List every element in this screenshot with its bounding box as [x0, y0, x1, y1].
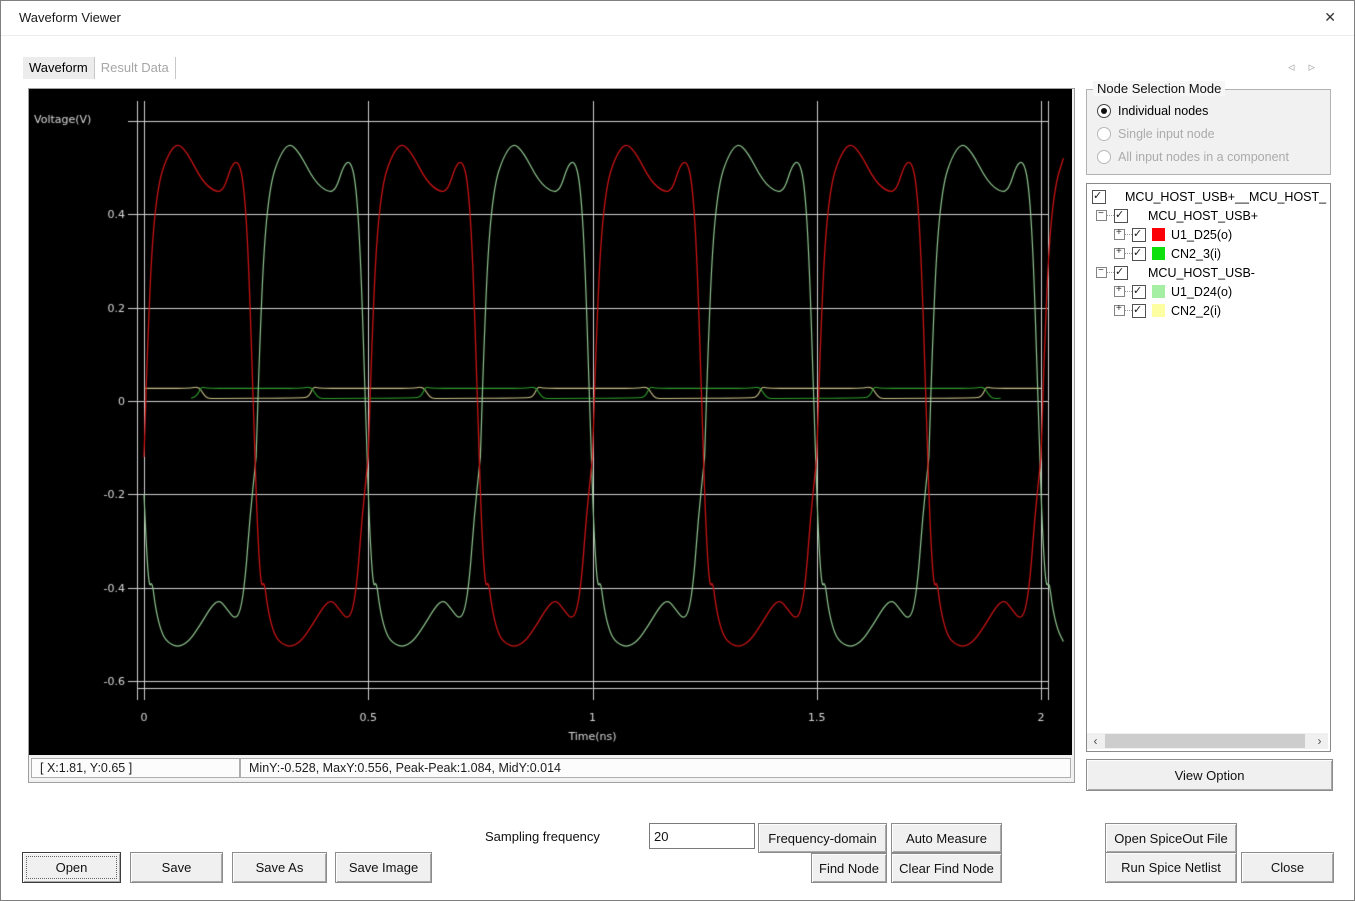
- tree-signal-row[interactable]: CN2_3(i): [1087, 244, 1330, 263]
- chart-panel: [ X:1.81, Y:0.65 ] MinY:-0.528, MaxY:0.5…: [28, 88, 1075, 783]
- node-selection-legend: Node Selection Mode: [1093, 81, 1226, 96]
- save-button[interactable]: Save: [130, 852, 223, 883]
- expand-icon[interactable]: [1114, 284, 1125, 297]
- clear-find-node-button[interactable]: Clear Find Node: [891, 853, 1002, 883]
- tree-signal-row[interactable]: U1_D25(o): [1087, 225, 1330, 244]
- node-tree: MCU_HOST_USB+__MCU_HOST_ MCU_HOST_USB+ U…: [1086, 183, 1331, 752]
- measurement-readout: MinY:-0.528, MaxY:0.556, Peak-Peak:1.084…: [240, 758, 1071, 778]
- open-button[interactable]: Open: [22, 852, 121, 883]
- node-selection-groupbox: Node Selection Mode Individual nodes Sin…: [1086, 81, 1331, 175]
- tree-signal-label[interactable]: CN2_2(i): [1171, 304, 1221, 318]
- tree-group-row[interactable]: MCU_HOST_USB+: [1087, 206, 1330, 225]
- expand-icon[interactable]: [1114, 227, 1125, 240]
- radio-selected-icon[interactable]: [1097, 104, 1111, 118]
- checkbox-checked-icon[interactable]: [1132, 284, 1146, 299]
- radio-all-input-nodes: All input nodes in a component: [1097, 149, 1289, 165]
- tab-waveform[interactable]: Waveform: [23, 57, 95, 79]
- tree-root-row[interactable]: MCU_HOST_USB+__MCU_HOST_: [1087, 187, 1330, 206]
- tree-signal-row[interactable]: CN2_2(i): [1087, 301, 1330, 320]
- radio-disabled-icon: [1097, 127, 1111, 141]
- tree-group-row[interactable]: MCU_HOST_USB-: [1087, 263, 1330, 282]
- open-spiceout-file-button[interactable]: Open SpiceOut File: [1105, 823, 1237, 853]
- chart-status-row: [ X:1.81, Y:0.65 ] MinY:-0.528, MaxY:0.5…: [29, 757, 1072, 780]
- radio-label: Single input node: [1118, 127, 1215, 141]
- radio-disabled-icon: [1097, 150, 1111, 164]
- view-option-button[interactable]: View Option: [1086, 759, 1333, 791]
- sampling-frequency-label: Sampling frequency: [485, 829, 600, 844]
- tree-signal-label[interactable]: U1_D25(o): [1171, 228, 1232, 242]
- close-button[interactable]: Close: [1241, 852, 1334, 883]
- close-icon[interactable]: ✕: [1320, 9, 1340, 26]
- cursor-position-readout: [ X:1.81, Y:0.65 ]: [31, 758, 240, 778]
- window-title: Waveform Viewer: [19, 10, 121, 25]
- checkbox-checked-icon[interactable]: [1114, 208, 1128, 223]
- tab-scroll-arrows[interactable]: ◃▹: [1288, 59, 1329, 75]
- scrollbar-thumb[interactable]: [1105, 734, 1305, 748]
- collapse-icon[interactable]: [1096, 265, 1107, 278]
- tab-prev-icon[interactable]: ◃: [1288, 59, 1309, 74]
- sampling-frequency-input[interactable]: [649, 823, 755, 849]
- tree-signal-row[interactable]: U1_D24(o): [1087, 282, 1330, 301]
- signal-color-swatch: [1152, 304, 1165, 317]
- find-node-button[interactable]: Find Node: [811, 853, 887, 883]
- frequency-domain-button[interactable]: Frequency-domain: [758, 823, 887, 853]
- tab-next-icon[interactable]: ▹: [1308, 59, 1329, 74]
- checkbox-checked-icon[interactable]: [1114, 265, 1128, 280]
- signal-color-swatch: [1152, 247, 1165, 260]
- collapse-icon[interactable]: [1096, 208, 1107, 221]
- tree-signal-label[interactable]: U1_D24(o): [1171, 285, 1232, 299]
- expand-icon[interactable]: [1114, 246, 1125, 259]
- save-as-button[interactable]: Save As: [232, 852, 327, 883]
- radio-label: All input nodes in a component: [1118, 150, 1289, 164]
- run-spice-netlist-button[interactable]: Run Spice Netlist: [1105, 852, 1237, 883]
- tree-horizontal-scrollbar[interactable]: ‹ ›: [1087, 733, 1328, 749]
- tree-signal-label[interactable]: CN2_3(i): [1171, 247, 1221, 261]
- save-image-button[interactable]: Save Image: [335, 852, 432, 883]
- radio-label: Individual nodes: [1118, 104, 1209, 118]
- checkbox-checked-icon[interactable]: [1132, 303, 1146, 318]
- signal-color-swatch: [1152, 285, 1165, 298]
- scroll-left-icon[interactable]: ‹: [1087, 733, 1104, 749]
- scroll-right-icon[interactable]: ›: [1311, 733, 1328, 749]
- expand-icon[interactable]: [1114, 303, 1125, 316]
- tab-result-data[interactable]: Result Data: [95, 57, 176, 79]
- title-bar: Waveform Viewer ✕: [1, 1, 1354, 36]
- focus-ring: [26, 856, 117, 879]
- auto-measure-button[interactable]: Auto Measure: [891, 823, 1002, 853]
- signal-color-swatch: [1152, 228, 1165, 241]
- waveform-chart[interactable]: [29, 89, 1072, 755]
- checkbox-checked-icon[interactable]: [1132, 246, 1146, 261]
- waveform-viewer-window: Waveform Viewer ✕ Waveform Result Data ◃…: [0, 0, 1355, 901]
- tab-strip: Waveform Result Data: [23, 56, 176, 79]
- checkbox-checked-icon[interactable]: [1132, 227, 1146, 242]
- tree-group-label[interactable]: MCU_HOST_USB+: [1148, 209, 1258, 223]
- radio-individual-nodes[interactable]: Individual nodes: [1097, 103, 1208, 119]
- radio-single-input-node: Single input node: [1097, 126, 1215, 142]
- tree-root-label[interactable]: MCU_HOST_USB+__MCU_HOST_: [1125, 190, 1326, 204]
- tree-group-label[interactable]: MCU_HOST_USB-: [1148, 266, 1255, 280]
- checkbox-checked-icon[interactable]: [1092, 189, 1106, 204]
